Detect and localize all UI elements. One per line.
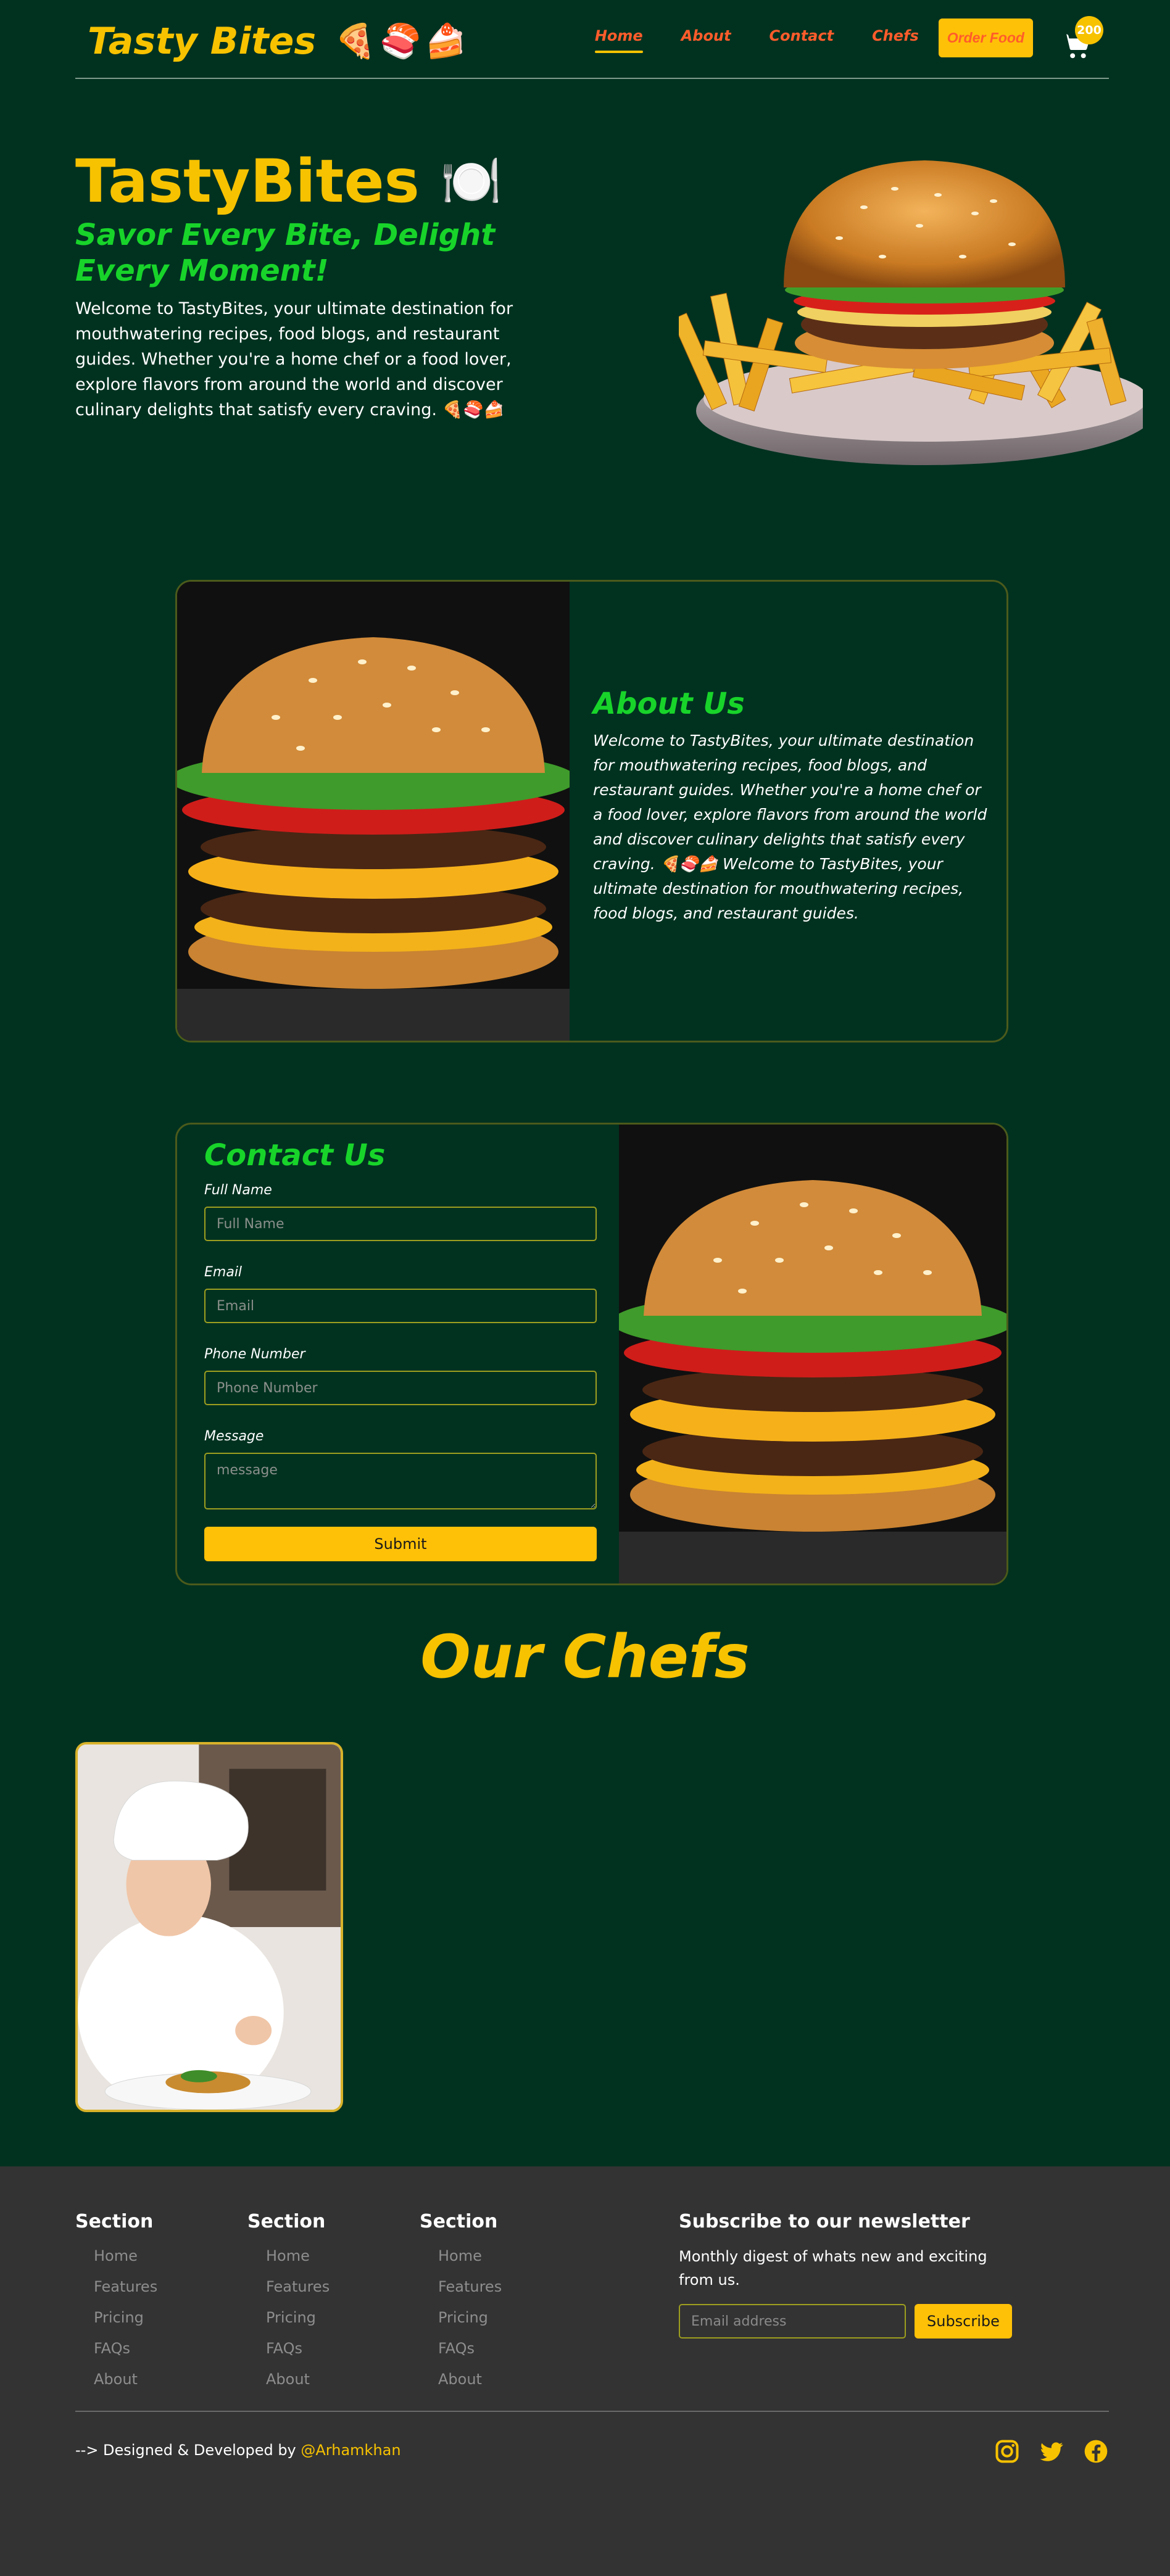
footer-link-home[interactable]: Home (94, 2247, 157, 2264)
footer-link-pricing[interactable]: Pricing (94, 2309, 157, 2326)
author-link[interactable]: @Arhamkhan (301, 2442, 400, 2459)
submit-button[interactable]: Submit (204, 1527, 597, 1561)
message-textarea[interactable] (204, 1453, 597, 1509)
footer-link-faqs[interactable]: FAQs (94, 2340, 157, 2357)
hero-description: Welcome to TastyBites, your ultimate des… (75, 299, 513, 419)
about-title: About Us (593, 687, 745, 721)
about-content: About Us Welcome to TastyBites, your ult… (593, 687, 988, 926)
cart-count-badge: 200 (1075, 15, 1103, 44)
brand-name: Tasty Bites (88, 20, 317, 63)
nav-link-contact[interactable]: Contact (770, 27, 834, 49)
footer-column-title: Section (75, 2211, 154, 2232)
brand-emoji-icons: 🍕🍣🍰 (334, 22, 470, 60)
chef-photo (78, 1744, 341, 2110)
footer-column-title: Section (247, 2211, 326, 2232)
subscribe-button[interactable]: Subscribe (915, 2304, 1012, 2339)
email-input[interactable] (204, 1289, 597, 1323)
chefs-title: Our Chefs (420, 1622, 750, 1691)
footer-credit: --> Designed & Developed by @Arhamkhan (75, 2442, 401, 2459)
about-section: About Us Welcome to TastyBites, your ult… (175, 580, 1008, 1042)
full-name-label: Full Name (204, 1183, 272, 1198)
about-text: Welcome to TastyBites, your ultimate des… (593, 732, 987, 922)
nav-link-home[interactable]: Home (594, 27, 643, 53)
burger-fries-image (679, 160, 1143, 465)
phone-input[interactable] (204, 1371, 597, 1405)
footer: Section Home Features Pricing FAQs About… (0, 2166, 1170, 2576)
footer-link-features[interactable]: Features (266, 2278, 330, 2295)
footer-divider (75, 2411, 1109, 2412)
credit-prefix: --> Designed & Developed by (75, 2442, 301, 2459)
phone-label: Phone Number (204, 1347, 305, 1362)
about-burger-image (177, 582, 570, 1041)
hero-title: TastyBites 🍽️ (75, 147, 502, 216)
hero-title-text: TastyBites (75, 147, 420, 216)
twitter-icon[interactable] (1038, 2438, 1065, 2465)
footer-link-faqs[interactable]: FAQs (438, 2340, 502, 2357)
cart-button[interactable]: 200 (1059, 15, 1103, 58)
newsletter-form: Subscribe (679, 2304, 1024, 2339)
contact-title: Contact Us (204, 1138, 386, 1173)
email-label: Email (204, 1265, 243, 1280)
footer-link-about[interactable]: About (438, 2371, 502, 2388)
full-name-input[interactable] (204, 1207, 597, 1241)
footer-link-about[interactable]: About (94, 2371, 157, 2388)
footer-link-pricing[interactable]: Pricing (266, 2309, 330, 2326)
footer-link-about[interactable]: About (266, 2371, 330, 2388)
footer-link-home[interactable]: Home (266, 2247, 330, 2264)
facebook-icon[interactable] (1082, 2438, 1110, 2465)
footer-column-1: Section Home Features Pricing FAQs About (75, 2211, 157, 2401)
footer-column-3: Section Home Features Pricing FAQs About (420, 2211, 502, 2401)
nav-link-chefs[interactable]: Chefs (872, 27, 919, 49)
brand-logo[interactable]: Tasty Bites 🍕🍣🍰 (88, 20, 470, 63)
newsletter-title: Subscribe to our newsletter (679, 2211, 970, 2232)
hero-tagline: Savor Every Bite, Delight Every Moment! (75, 218, 496, 288)
footer-link-home[interactable]: Home (438, 2247, 502, 2264)
contact-burger-image (619, 1125, 1006, 1583)
nav-links: Home About Contact Chefs Order Food 200 (594, 15, 1103, 58)
newsletter-text: Monthly digest of whats new and exciting… (679, 2248, 987, 2289)
instagram-icon[interactable] (994, 2438, 1021, 2465)
footer-link-faqs[interactable]: FAQs (266, 2340, 330, 2357)
contact-form: Contact Us Full Name Email Phone Number … (204, 1138, 597, 1561)
footer-link-features[interactable]: Features (94, 2278, 157, 2295)
nav-link-about[interactable]: About (681, 27, 731, 49)
newsletter-email-input[interactable] (679, 2304, 906, 2339)
chef-card[interactable] (75, 1742, 343, 2112)
order-food-button[interactable]: Order Food (938, 19, 1033, 57)
message-label: Message (204, 1429, 264, 1444)
footer-link-pricing[interactable]: Pricing (438, 2309, 502, 2326)
nav-divider (75, 78, 1109, 79)
footer-column-title: Section (420, 2211, 498, 2232)
footer-link-features[interactable]: Features (438, 2278, 502, 2295)
contact-section: Contact Us Full Name Email Phone Number … (175, 1123, 1008, 1585)
plate-icon: 🍽️ (440, 152, 502, 210)
newsletter: Subscribe to our newsletter Monthly dige… (679, 2211, 1024, 2339)
social-links (994, 2438, 1110, 2465)
footer-column-2: Section Home Features Pricing FAQs About (247, 2211, 330, 2401)
navbar: Tasty Bites 🍕🍣🍰 Home About Contact Chefs… (0, 0, 1170, 80)
